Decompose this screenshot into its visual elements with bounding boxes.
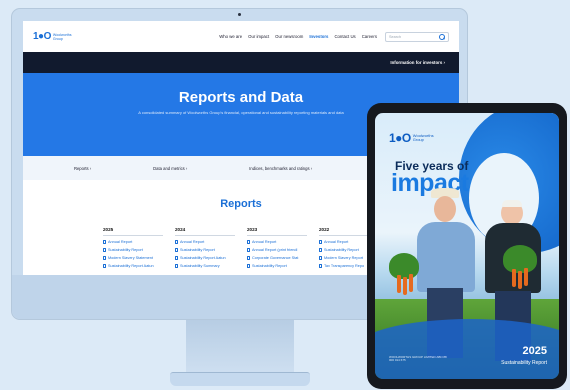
- search-input[interactable]: Search: [385, 31, 449, 42]
- search-icon[interactable]: [439, 33, 445, 40]
- document-icon: [103, 240, 106, 244]
- monitor-stand: [186, 320, 294, 376]
- monitor-stand-base: [170, 372, 310, 386]
- nav-careers[interactable]: Careers: [362, 34, 377, 39]
- report-link[interactable]: Annual Report: [247, 238, 307, 246]
- main-nav: Who we are Our impact Our newsroom Inves…: [219, 34, 377, 39]
- report-link[interactable]: Corporate Governance Stat: [247, 254, 307, 262]
- year-column-2024: 2024 Annual Report Sustainability Report…: [175, 227, 235, 270]
- site-header: 1●O Woolworths Group Who we are Our impa…: [23, 21, 459, 52]
- report-link-label: Sustainability Report: [252, 264, 287, 268]
- document-icon: [319, 264, 322, 268]
- cover-logo-mark: 1●O: [389, 131, 411, 145]
- subnav-data-metrics[interactable]: Data and metrics ›: [153, 166, 187, 171]
- document-icon: [247, 248, 250, 252]
- document-icon: [247, 264, 250, 268]
- report-link-label: Corporate Governance Stat: [252, 256, 299, 260]
- report-link-label: Sustainability Report: [108, 248, 143, 252]
- carrot: [409, 274, 413, 292]
- year-column-2025: 2025 Annual Report Sustainability Report…: [103, 227, 163, 270]
- investor-info-link[interactable]: Information for investors ›: [390, 60, 445, 65]
- report-link-label: Sustainability Report: [180, 248, 215, 252]
- document-icon: [247, 240, 250, 244]
- cover-logo: 1●O Woolworths Group: [389, 131, 443, 145]
- report-link[interactable]: Sustainability Report: [175, 246, 235, 254]
- report-link[interactable]: Modern Slavery Statement: [103, 254, 163, 262]
- report-cover: 1●O Woolworths Group Five years of impac…: [375, 113, 559, 379]
- document-icon: [175, 264, 178, 268]
- report-link-label: Annual Report (print friendl: [252, 248, 298, 252]
- hair-shape: [502, 200, 522, 207]
- cover-report-label: Sustainability Report: [501, 360, 547, 366]
- report-link[interactable]: Sustainability Report Aatun: [175, 254, 235, 262]
- carrot: [397, 275, 401, 293]
- carrot: [512, 269, 516, 287]
- investor-bar: Information for investors ›: [23, 52, 459, 73]
- shirt-shape: [417, 222, 475, 292]
- nav-our-impact[interactable]: Our impact: [248, 34, 269, 39]
- head-shape: [434, 196, 456, 222]
- document-icon: [103, 264, 106, 268]
- document-icon: [319, 256, 322, 260]
- cover-footnote: WOOLWORTHS GROUP LIMITED ABN 88 000 014 …: [389, 354, 447, 363]
- document-icon: [319, 248, 322, 252]
- report-link-label: Sustainability Report Aatun: [108, 264, 154, 268]
- carrot-leaves: [503, 245, 537, 273]
- carrot: [518, 271, 522, 289]
- subnav-reports[interactable]: Reports ›: [74, 166, 91, 171]
- nav-investors[interactable]: Investors: [309, 34, 328, 39]
- report-link-label: Annual Report: [252, 240, 277, 244]
- document-icon: [103, 256, 106, 260]
- report-link-label: Annual Report: [108, 240, 133, 244]
- report-link-label: Annual Report: [180, 240, 205, 244]
- report-link[interactable]: Sustainability Summary: [175, 262, 235, 270]
- site-logo[interactable]: 1●O Woolworths Group: [33, 31, 79, 42]
- year-heading: 2023: [247, 227, 307, 236]
- report-link-label: Sustainability Report Aatun: [180, 256, 226, 260]
- logo-text: Woolworths Group: [52, 32, 72, 41]
- carrot: [524, 268, 528, 286]
- report-link-label: Sustainability Report: [324, 248, 359, 252]
- nav-contact-us[interactable]: Contact Us: [334, 34, 355, 39]
- camera-dot: [238, 13, 241, 16]
- report-link[interactable]: Annual Report: [103, 238, 163, 246]
- nav-our-newsroom[interactable]: Our newsroom: [275, 34, 303, 39]
- tablet-device: 1●O Woolworths Group Five years of impac…: [367, 103, 567, 389]
- report-link-label: Sustainability Summary: [180, 264, 220, 268]
- cover-year: 2025: [522, 345, 547, 357]
- report-link-label: Modern Slavery Statement: [108, 256, 153, 260]
- document-icon: [103, 248, 106, 252]
- document-icon: [175, 248, 178, 252]
- carrot-leaves: [389, 253, 419, 279]
- year-column-2023: 2023 Annual Report Annual Report (print …: [247, 227, 307, 270]
- carrot: [403, 277, 407, 295]
- search-placeholder: Search: [389, 34, 402, 39]
- document-icon: [175, 240, 178, 244]
- document-icon: [247, 256, 250, 260]
- report-link[interactable]: Sustainability Report: [247, 262, 307, 270]
- logo-mark: 1●O: [33, 31, 51, 42]
- year-heading: 2025: [103, 227, 163, 236]
- page-subtitle: A consolidated summary of Woolworths Gro…: [138, 110, 344, 115]
- report-link-label: Modern Slavery Report: [324, 256, 364, 260]
- year-heading: 2024: [175, 227, 235, 236]
- document-icon: [319, 240, 322, 244]
- report-link[interactable]: Sustainability Report Aatun: [103, 262, 163, 270]
- report-link-label: Tax Transparency Repo: [324, 264, 365, 268]
- report-link-label: Annual Report: [324, 240, 349, 244]
- report-link[interactable]: Sustainability Report: [103, 246, 163, 254]
- subnav-indices[interactable]: Indices, benchmarks and ratings ›: [249, 166, 312, 171]
- nav-who-we-are[interactable]: Who we are: [219, 34, 242, 39]
- report-link[interactable]: Annual Report (print friendl: [247, 246, 307, 254]
- cover-logo-text: Woolworths Group: [412, 132, 434, 142]
- document-icon: [175, 256, 178, 260]
- report-link[interactable]: Annual Report: [175, 238, 235, 246]
